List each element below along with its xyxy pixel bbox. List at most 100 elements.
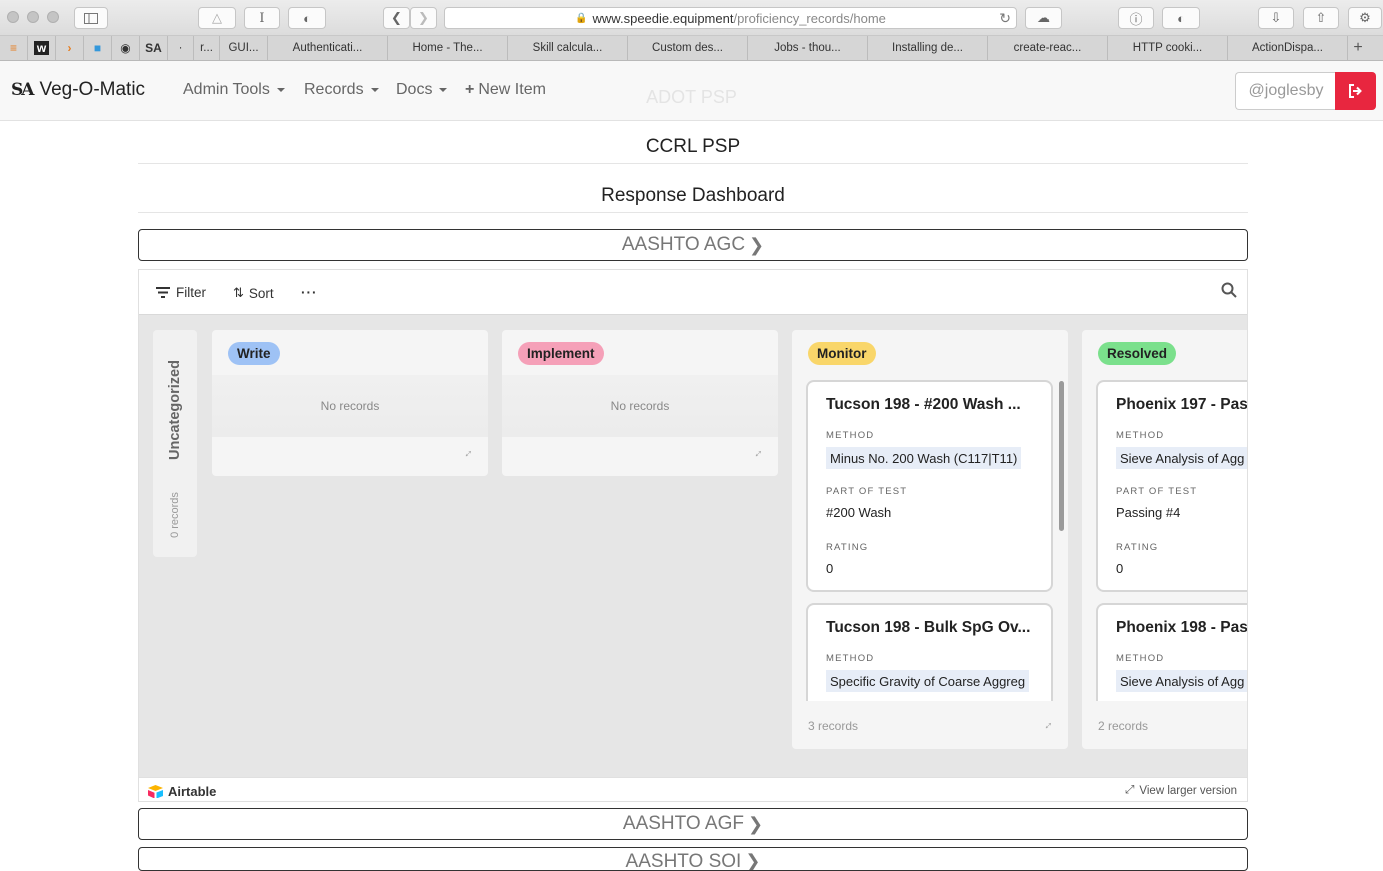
airtable-logo[interactable]: Airtable (147, 784, 216, 799)
record-count: 3 records (808, 719, 859, 733)
part-of-test-value: #200 Wash (826, 505, 892, 520)
section-toggle-aashto-agf[interactable]: AASHTO AGF ❯ (138, 808, 1248, 840)
search-icon[interactable] (1221, 282, 1237, 298)
logout-button[interactable] (1335, 72, 1376, 110)
downloads-button[interactable]: ⇩ (1258, 7, 1294, 29)
tab-8[interactable]: Installing de... (868, 36, 988, 60)
more-icon: ··· (301, 285, 318, 300)
plus-icon: + (465, 81, 475, 98)
pinned-tab-stack[interactable]: ≡ (0, 36, 28, 60)
expand-icon[interactable]: ↕ (462, 446, 476, 460)
tab-label: create-reac... (1013, 42, 1082, 54)
settings-button[interactable]: ⚙ (1348, 7, 1382, 29)
tab-9[interactable]: create-reac... (988, 36, 1108, 60)
nav-label: Docs (396, 81, 433, 98)
pinned-tab-z[interactable]: › (56, 36, 84, 60)
tab-11[interactable]: ActionDispa... (1228, 36, 1348, 60)
nav-records-dropdown[interactable]: Records (304, 81, 379, 99)
share-button[interactable]: ⇧ (1303, 7, 1339, 29)
reload-icon[interactable]: ↻ (999, 10, 1011, 27)
tab-current[interactable]: · (168, 36, 194, 60)
nav-label: New Item (478, 81, 546, 98)
card-title: Tucson 198 - Bulk SpG Ov... (826, 619, 1031, 636)
new-tab-button[interactable]: + (1348, 36, 1368, 60)
record-card[interactable]: Phoenix 197 - Pas METHOD Sieve Analysis … (1098, 382, 1247, 590)
filter-button[interactable]: Filter (156, 285, 206, 300)
card-title: Phoenix 197 - Pas (1116, 396, 1247, 413)
tab-label: Home - The... (412, 42, 483, 54)
nav-admin-tools-dropdown[interactable]: Admin Tools (183, 81, 285, 99)
extension-button[interactable]: △ (198, 7, 236, 29)
expand-icon[interactable]: ↕ (1042, 718, 1056, 732)
tab-label: Jobs - thou... (774, 42, 841, 54)
status-badge: Resolved (1098, 342, 1177, 365)
nav-docs-dropdown[interactable]: Docs (396, 81, 448, 99)
pinned-tab-color[interactable]: ■ (84, 36, 112, 60)
part-of-test-value: Passing #4 (1116, 505, 1181, 520)
address-bar[interactable]: 🔒 www.speedie.equipment/proficiency_reco… (444, 7, 1017, 29)
chevron-right-icon: ❯ (418, 10, 429, 25)
section-toggle-aashto-agc[interactable]: AASHTO AGC ❯ (138, 229, 1248, 261)
vertical-scrollbar[interactable] (1059, 381, 1064, 531)
filter-icon (156, 287, 170, 298)
username-field[interactable]: @joglesby (1235, 72, 1336, 110)
reader-button[interactable]: I (244, 7, 280, 29)
column-monitor: Monitor Tucson 198 - #200 Wash ... METHO… (792, 330, 1068, 749)
brand-link[interactable]: SA Veg-O-Matic (11, 79, 145, 101)
back-button[interactable]: ❮ (383, 7, 410, 29)
tab-4[interactable]: Home - The... (388, 36, 508, 60)
view-larger-link[interactable]: ⤢ View larger version (1125, 784, 1237, 797)
section-label: AASHTO AGF (622, 813, 744, 834)
expand-icon[interactable]: ↕ (752, 446, 766, 460)
more-options-button[interactable]: ··· (301, 285, 318, 300)
tab-6[interactable]: Custom des... (628, 36, 748, 60)
close-window-button[interactable] (7, 11, 19, 23)
pinned-tab-w[interactable]: w (28, 36, 56, 60)
field-label: PART OF TEST (1116, 486, 1198, 497)
record-card[interactable]: Tucson 198 - #200 Wash ... METHOD Minus … (808, 382, 1051, 590)
url-domain: www.speedie.equipment (592, 10, 734, 26)
tab-label: Custom des... (652, 42, 723, 54)
airtable-embed: Filter ⇅ Sort ··· Uncategorized 0 record… (138, 269, 1248, 802)
zoom-window-button[interactable] (47, 11, 59, 23)
column-implement: Implement No records ↕ (502, 330, 778, 476)
tab-1[interactable]: r... (194, 36, 220, 60)
nav-new-item-link[interactable]: + New Item (465, 81, 546, 99)
page-subtitle: Response Dashboard (601, 185, 785, 206)
brand-name: Veg-O-Matic (39, 79, 146, 100)
section-toggle-aashto-soi[interactable]: AASHTO SOI ❯ (138, 847, 1248, 871)
sign-out-icon (1348, 84, 1362, 98)
pinned-tab-github[interactable]: ◉ (112, 36, 140, 60)
tab-7[interactable]: Jobs - thou... (748, 36, 868, 60)
sort-label: Sort (248, 285, 274, 301)
sidebar-toggle-button[interactable] (74, 7, 108, 29)
tab-10[interactable]: HTTP cooki... (1108, 36, 1228, 60)
tab-label: Authenticati... (292, 42, 363, 54)
tab-2[interactable]: GUI... (220, 36, 268, 60)
field-label: METHOD (826, 430, 875, 441)
method-chip: Minus No. 200 Wash (C117|T11) (826, 447, 1022, 469)
kanban-board: Uncategorized 0 records Write No records… (139, 315, 1247, 777)
colors-icon: ■ (93, 41, 102, 55)
empty-state: No records (212, 375, 488, 437)
card-title: Phoenix 198 - Pas (1116, 619, 1247, 636)
privacy-button[interactable]: ◐ (288, 7, 326, 29)
icloud-button[interactable]: ☁ (1025, 7, 1062, 29)
card-title: Tucson 198 - #200 Wash ... (826, 396, 1021, 413)
password-button[interactable]: ⓘ (1118, 7, 1154, 29)
record-card[interactable]: Phoenix 198 - Pas METHOD Sieve Analysis … (1098, 605, 1247, 701)
tab-strip: ≡ w › ■ ◉ SA · r... GUI... Authenticati.… (0, 36, 1383, 61)
tab-3[interactable]: Authenticati... (268, 36, 388, 60)
tab-5[interactable]: Skill calcula... (508, 36, 628, 60)
forward-button[interactable]: ❯ (410, 7, 437, 29)
pinned-tab-app[interactable]: SA (140, 36, 168, 60)
uncategorized-column[interactable]: Uncategorized 0 records (153, 330, 197, 557)
sidebar-icon (84, 12, 98, 24)
record-card[interactable]: Tucson 198 - Bulk SpG Ov... METHOD Speci… (808, 605, 1051, 701)
share-icon: ⇧ (1315, 10, 1327, 25)
method-chip: Sieve Analysis of Agg (1116, 447, 1247, 469)
toggle-extension-button[interactable]: ◐ (1162, 7, 1200, 29)
sort-button[interactable]: ⇅ Sort (233, 285, 274, 301)
caret-down-icon (439, 88, 448, 92)
minimize-window-button[interactable] (27, 11, 39, 23)
